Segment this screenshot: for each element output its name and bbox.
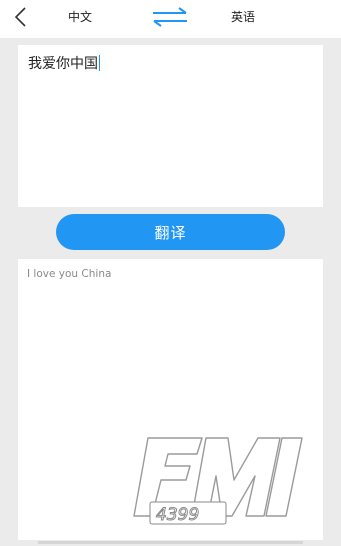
translator-screen: 中文 英语 我爱你中国 翻译 I love you China 4399 [0,0,341,546]
source-text-input[interactable]: 我爱你中国 [18,45,323,207]
swap-languages-button[interactable] [150,5,190,29]
top-bar: 中文 英语 [0,0,341,38]
swap-arrows-icon [153,7,187,27]
text-cursor [99,55,100,71]
translated-text: I love you China [27,268,112,280]
source-language-selector[interactable]: 中文 [52,8,108,25]
chevron-left-icon [14,7,26,27]
svg-text:4399: 4399 [156,505,199,525]
source-text: 我爱你中国 [28,56,98,72]
fm4399-watermark-logo: 4399 [133,437,303,526]
target-language-selector[interactable]: 英语 [216,8,270,25]
bottom-divider [38,541,303,544]
back-button[interactable] [8,3,34,31]
translate-button[interactable]: 翻译 [56,214,285,250]
